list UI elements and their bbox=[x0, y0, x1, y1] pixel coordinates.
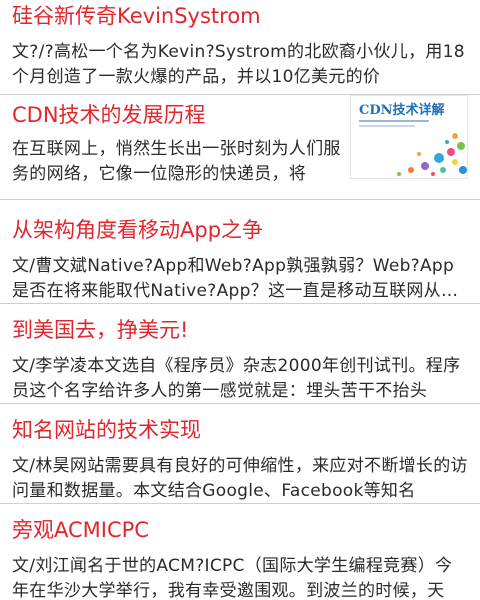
article-title[interactable]: 硅谷新传奇KevinSystrom bbox=[12, 2, 468, 30]
thumbnail-title: CDN技术详解 bbox=[359, 102, 445, 118]
article-title[interactable]: 旁观ACMICPC bbox=[12, 516, 468, 544]
article-item[interactable]: 硅谷新传奇KevinSystrom 文?/?高松一个名为Kevin?Systro… bbox=[0, 0, 480, 95]
article-item[interactable]: 旁观ACMICPC 文/刘江闻名于世的ACM?ICPC（国际大学生编程竞赛）今年… bbox=[0, 504, 480, 600]
book-cover-image: CDN技术详解 bbox=[351, 96, 467, 178]
article-item[interactable]: CDN技术的发展历程 在互联网上，悄然生长出一张时刻为人们服务的网络，它像一位隐… bbox=[0, 95, 480, 200]
article-item[interactable]: 从架构角度看移动App之争 文/曹文斌Native?App和Web?App孰强孰… bbox=[0, 200, 480, 304]
article-summary: 文/林昊网站需要具有良好的可伸缩性，来应对不断增长的访问量和数据量。本文结合Go… bbox=[12, 456, 468, 501]
article-thumbnail[interactable]: CDN技术详解 bbox=[350, 95, 468, 179]
article-summary: 文?/?高松一个名为Kevin?Systrom的北欧裔小伙儿，用18个月创造了一… bbox=[12, 42, 465, 87]
article-summary: 文/曹文斌Native?App和Web?App孰强孰弱？Web?App是否在将来… bbox=[12, 256, 459, 301]
article-list: 硅谷新传奇KevinSystrom 文?/?高松一个名为Kevin?Systro… bbox=[0, 0, 480, 600]
article-item[interactable]: 到美国去，挣美元! 文/李学凌本文选自《程序员》杂志2000年创刊试刊。程序员这… bbox=[0, 304, 480, 404]
article-title[interactable]: CDN技术的发展历程 bbox=[12, 101, 350, 129]
article-summary: 文/刘江闻名于世的ACM?ICPC（国际大学生编程竞赛）今年在华沙大学举行，我有… bbox=[12, 556, 453, 600]
article-item[interactable]: 知名网站的技术实现 文/林昊网站需要具有良好的可伸缩性，来应对不断增长的访问量和… bbox=[0, 404, 480, 504]
article-title[interactable]: 知名网站的技术实现 bbox=[12, 416, 468, 444]
article-summary: 在互联网上，悄然生长出一张时刻为人们服务的网络，它像一位隐形的快递员，将 bbox=[12, 139, 341, 184]
article-title[interactable]: 从架构角度看移动App之争 bbox=[12, 216, 468, 244]
article-title[interactable]: 到美国去，挣美元! bbox=[12, 316, 468, 344]
article-summary: 文/李学凌本文选自《程序员》杂志2000年创刊试刊。程序员这个名字给许多人的第一… bbox=[12, 356, 461, 401]
